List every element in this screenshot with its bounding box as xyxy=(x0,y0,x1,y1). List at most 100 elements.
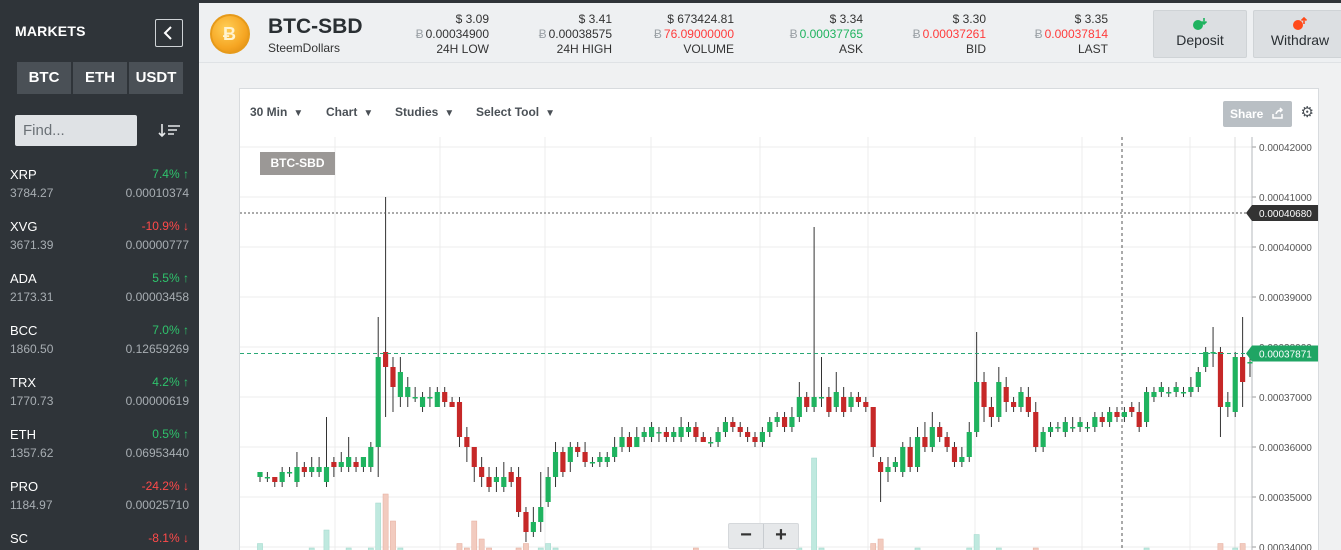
candle-body xyxy=(1099,417,1105,422)
candle-body xyxy=(1018,392,1024,407)
arrow-up-icon: ↑ xyxy=(179,323,189,337)
market-row[interactable]: TRX 1770.73 4.2% ↑ 0.00000619 xyxy=(0,368,199,420)
candle-body xyxy=(730,422,736,427)
last-price-label: 0.00037871 xyxy=(1259,349,1312,360)
btc-icon: Ƀ xyxy=(912,27,921,41)
market-row[interactable]: SC -8.1% ↓ xyxy=(0,524,199,550)
candle-body xyxy=(257,472,263,477)
candle-body xyxy=(1173,387,1179,392)
arrow-down-icon: ↓ xyxy=(179,219,189,233)
candle-body xyxy=(286,472,293,474)
tab-eth[interactable]: ETH xyxy=(73,62,127,94)
candle-body xyxy=(663,432,669,437)
candle-body xyxy=(781,417,788,427)
market-row[interactable]: XRP 3784.27 7.4% ↑ 0.00010374 xyxy=(0,160,199,212)
withdraw-button[interactable]: Withdraw xyxy=(1253,10,1341,58)
sort-button[interactable] xyxy=(158,121,182,141)
share-button[interactable]: Share xyxy=(1223,101,1292,127)
y-axis-tick-label: 0.00037000 xyxy=(1259,393,1312,404)
studies-menu[interactable]: Studies ▼ xyxy=(395,105,454,119)
candle-body xyxy=(1217,352,1224,407)
chevron-down-icon: ▼ xyxy=(545,108,556,119)
select-tool-menu[interactable]: Select Tool ▼ xyxy=(476,105,555,119)
pair-title: BTC-SBD xyxy=(268,15,363,38)
y-axis-tick-label: 0.00039000 xyxy=(1259,293,1312,304)
candle-body xyxy=(818,397,825,399)
candle-body xyxy=(272,477,278,482)
candle-body xyxy=(833,392,839,407)
market-symbol: SC xyxy=(10,531,29,546)
market-row[interactable]: ETH 1357.62 0.5% ↑ 0.06953440 xyxy=(0,420,199,472)
candle-body xyxy=(648,427,655,437)
candle-body xyxy=(789,417,795,427)
candle-body xyxy=(826,397,832,412)
candle-body xyxy=(390,367,396,387)
gear-icon: ⚙ xyxy=(1300,104,1314,121)
candlestick-chart[interactable]: 0.00042000 0.00041000 0.00040000 0.00039000… xyxy=(240,137,1318,550)
market-price: 0.00000777 xyxy=(125,238,189,252)
candle-body xyxy=(508,472,514,482)
price-marker-label: 0.00040680 xyxy=(1259,209,1312,220)
market-symbol: XRP xyxy=(10,167,37,182)
interval-menu[interactable]: 30 Min ▼ xyxy=(250,105,303,119)
market-price: 0.06953440 xyxy=(125,446,189,460)
market-volume: 2173.31 xyxy=(10,290,54,304)
candle-body xyxy=(368,447,374,467)
market-row[interactable]: BCC 1860.50 7.0% ↑ 0.12659269 xyxy=(0,316,199,368)
candle-body xyxy=(338,462,344,467)
market-search-input[interactable] xyxy=(15,115,137,146)
market-base-tabs: BTC ETH USDT xyxy=(17,62,183,95)
market-row[interactable]: XVG 3671.39 -10.9% ↓ 0.00000777 xyxy=(0,212,199,264)
collapse-sidebar-button[interactable] xyxy=(155,19,183,47)
stat-usd: $ 3.41 xyxy=(578,12,612,26)
coin-symbol: Ƀ xyxy=(223,24,236,44)
market-volume: 1860.50 xyxy=(10,342,54,356)
chart-type-menu[interactable]: Chart ▼ xyxy=(326,105,373,119)
tab-btc[interactable]: BTC xyxy=(17,62,71,94)
volume-bar xyxy=(545,543,551,550)
stat-usd: $ 3.35 xyxy=(1074,12,1108,26)
market-row[interactable]: PRO 1184.97 -24.2% ↓ 0.00025710 xyxy=(0,472,199,524)
chart-type-label: Chart xyxy=(326,105,358,119)
chart-toolbar: 30 Min ▼ Chart ▼ Studies ▼ Select Tool ▼ Sha… xyxy=(240,89,1318,137)
y-axis-tick-label: 0.00036000 xyxy=(1259,443,1312,454)
tab-usdt[interactable]: USDT xyxy=(129,62,183,94)
candle-body xyxy=(892,462,898,467)
candle-body xyxy=(937,427,943,437)
stat-bid: $ 3.30 Ƀ 0.00037261 BID xyxy=(913,12,986,57)
market-volume: 1184.97 xyxy=(10,498,53,512)
deposit-label: Deposit xyxy=(1176,32,1224,48)
candle-body xyxy=(515,477,522,512)
chart-settings-button[interactable]: ⚙ xyxy=(1301,103,1314,121)
candle-body xyxy=(774,417,780,422)
candle-body xyxy=(708,442,714,444)
candle-body xyxy=(567,447,573,462)
withdraw-arrow-icon xyxy=(1254,16,1341,31)
candle-body xyxy=(309,467,315,472)
stat-btc-value: 0.00034900 xyxy=(425,27,489,41)
coin-logo: Ƀ xyxy=(210,14,250,54)
market-row[interactable]: ADA 2173.31 5.5% ↑ 0.00003458 xyxy=(0,264,199,316)
share-icon xyxy=(1272,107,1284,119)
sidebar-title: MARKETS xyxy=(15,23,86,39)
candle-body xyxy=(907,447,913,467)
candle-body xyxy=(1240,357,1246,382)
market-price: 0.00003458 xyxy=(125,290,189,304)
candle-body xyxy=(412,397,418,399)
market-change: 4.2% ↑ xyxy=(152,375,189,389)
candle-body xyxy=(981,382,987,407)
btc-icon: Ƀ xyxy=(1034,27,1043,41)
market-change: 7.4% ↑ xyxy=(152,167,189,181)
stat-btc-value: 0.00037814 xyxy=(1044,27,1108,41)
deposit-button[interactable]: Deposit xyxy=(1153,10,1247,58)
sort-icon xyxy=(158,124,180,138)
app-root: MARKETS BTC ETH USDT XRP 3784.27 7.4% ↑ 0.0… xyxy=(0,0,1341,550)
candle-body xyxy=(323,467,330,482)
candle-body xyxy=(1107,412,1113,422)
candle-body xyxy=(678,427,684,437)
zoom-out-button[interactable]: − xyxy=(729,524,763,548)
candle-body xyxy=(604,457,610,462)
candle-body xyxy=(1025,397,1031,412)
volume-bar xyxy=(870,543,877,550)
zoom-in-button[interactable]: + xyxy=(764,524,798,548)
